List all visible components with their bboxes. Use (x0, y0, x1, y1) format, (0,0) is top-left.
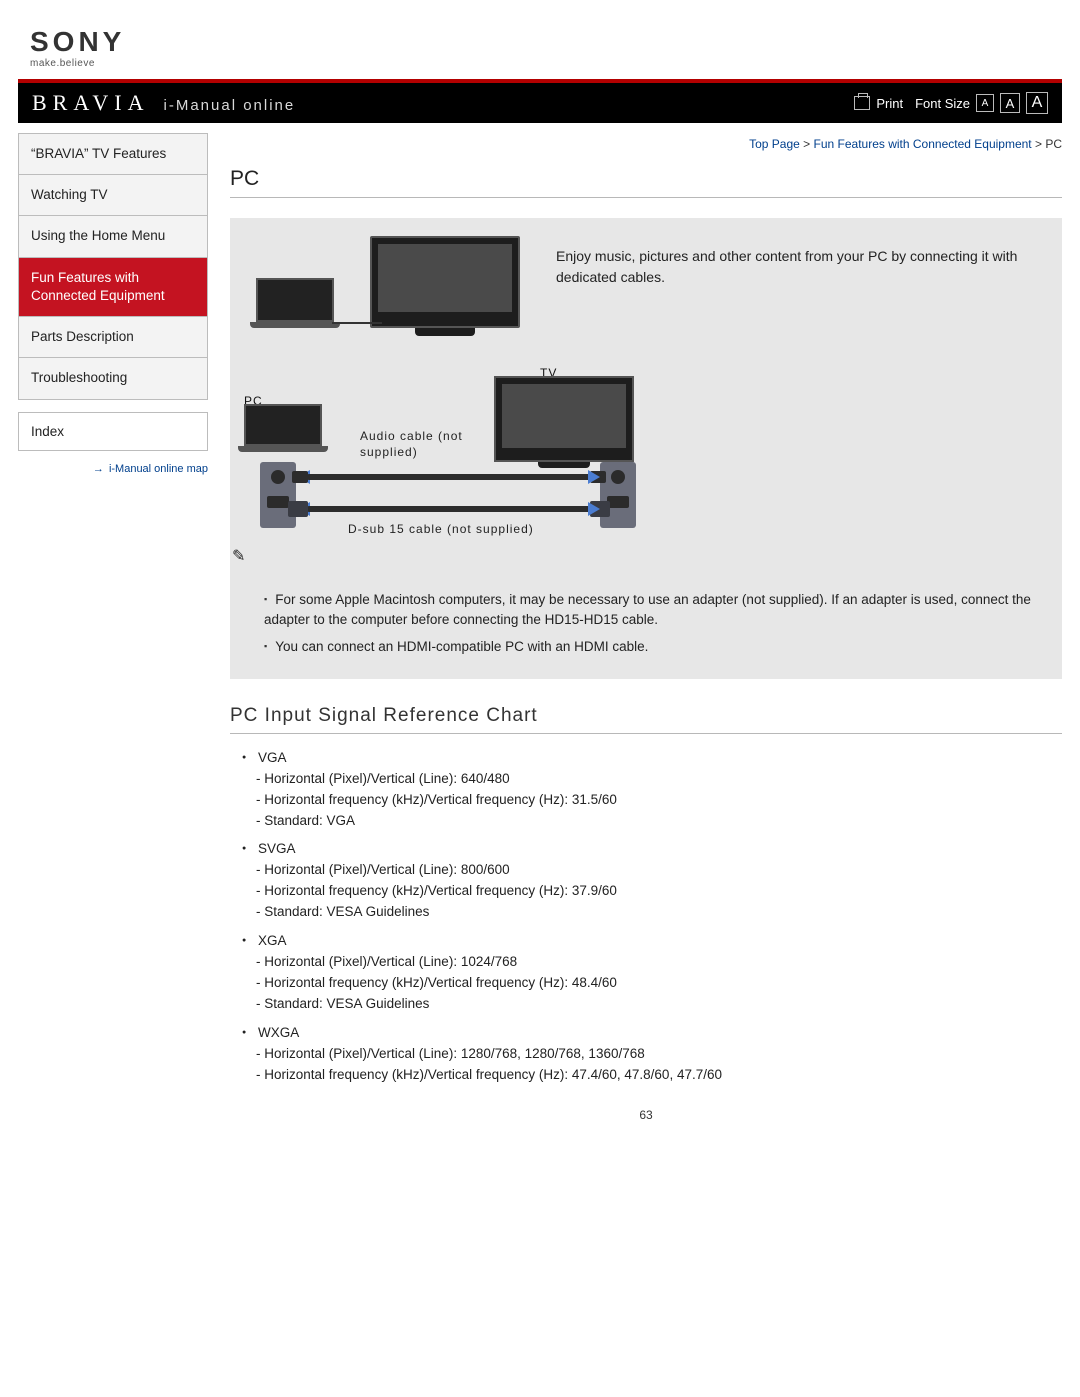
breadcrumb: Top Page > Fun Features with Connected E… (230, 137, 1062, 151)
tv-icon (370, 236, 520, 328)
font-size-small-button[interactable]: A (976, 94, 994, 112)
notes-list: For some Apple Macintosh computers, it m… (264, 590, 1042, 657)
arrow-right-icon: → (93, 463, 104, 475)
signal-detail: Standard: VGA (256, 811, 1062, 832)
signal-detail: Horizontal frequency (kHz)/Vertical freq… (256, 790, 1062, 811)
connection-diagram: TV PC Audio cable (not supplied) D-sub 1… (230, 364, 1062, 584)
breadcrumb-sep: > (803, 137, 813, 151)
breadcrumb-fun-features[interactable]: Fun Features with Connected Equipment (814, 137, 1032, 151)
signal-reference-list: VGA Horizontal (Pixel)/Vertical (Line): … (230, 748, 1062, 1086)
print-icon (854, 96, 870, 110)
signal-detail: Horizontal frequency (kHz)/Vertical freq… (256, 973, 1062, 994)
section-title-signal-chart: PC Input Signal Reference Chart (230, 705, 1062, 734)
diagram-label-audio-cable: Audio cable (not supplied) (360, 428, 490, 460)
main-content: Top Page > Fun Features with Connected E… (230, 133, 1062, 1122)
print-label: Print (876, 96, 903, 111)
dsub-cable-icon (306, 506, 592, 512)
signal-detail: Horizontal frequency (kHz)/Vertical freq… (256, 881, 1062, 902)
breadcrumb-top-page[interactable]: Top Page (749, 137, 800, 151)
signal-detail: Horizontal (Pixel)/Vertical (Line): 1024… (256, 952, 1062, 973)
signal-item: WXGA Horizontal (Pixel)/Vertical (Line):… (242, 1023, 1062, 1086)
font-size-large-button[interactable]: A (1026, 92, 1048, 114)
laptop-icon (256, 278, 334, 324)
signal-item: VGA Horizontal (Pixel)/Vertical (Line): … (242, 748, 1062, 832)
sony-logo: SONY (30, 28, 1050, 56)
sidebar: “BRAVIA” TV Features Watching TV Using t… (18, 133, 208, 1122)
sidebar-map-row: → i-Manual online map (18, 463, 208, 475)
breadcrumb-current: PC (1045, 137, 1062, 151)
sidebar-item-home-menu[interactable]: Using the Home Menu (19, 216, 207, 257)
sidebar-item-fun-features[interactable]: Fun Features with Connected Equipment (19, 258, 207, 317)
signal-item: XGA Horizontal (Pixel)/Vertical (Line): … (242, 931, 1062, 1015)
font-size-medium-button[interactable]: A (1000, 93, 1020, 113)
sidebar-item-parts-description[interactable]: Parts Description (19, 317, 207, 358)
arrow-right-icon (588, 470, 600, 484)
bravia-wordmark: BRAVIA (32, 90, 150, 116)
manual-online-title: i-Manual online (164, 97, 296, 114)
hero-illustration (250, 236, 530, 346)
laptop-icon (244, 404, 322, 452)
signal-detail: Horizontal (Pixel)/Vertical (Line): 1280… (256, 1044, 1062, 1065)
signal-detail: Horizontal (Pixel)/Vertical (Line): 800/… (256, 860, 1062, 881)
sidebar-item-troubleshooting[interactable]: Troubleshooting (19, 358, 207, 398)
hero-panel: Enjoy music, pictures and other content … (230, 218, 1062, 364)
sidebar-nav-list: “BRAVIA” TV Features Watching TV Using t… (18, 133, 208, 400)
signal-name: VGA (258, 750, 287, 765)
audio-cable-icon (306, 474, 592, 480)
sidebar-index-block: Index (18, 412, 208, 451)
signal-name: WXGA (258, 1025, 299, 1040)
note-item: You can connect an HDMI-compatible PC wi… (264, 637, 1042, 657)
note-icon: ✎ (232, 546, 246, 566)
signal-detail: Horizontal frequency (kHz)/Vertical freq… (256, 1065, 1062, 1086)
signal-detail: Standard: VESA Guidelines (256, 994, 1062, 1015)
signal-name: XGA (258, 933, 287, 948)
imanual-map-link[interactable]: i-Manual online map (109, 463, 208, 475)
signal-detail: Standard: VESA Guidelines (256, 902, 1062, 923)
print-button[interactable]: Print (854, 96, 903, 111)
sidebar-item-index[interactable]: Index (19, 413, 207, 450)
header-bar: BRAVIA i-Manual online Print Font Size A… (18, 83, 1062, 123)
sidebar-item-watching-tv[interactable]: Watching TV (19, 175, 207, 216)
sidebar-item-bravia-features[interactable]: “BRAVIA” TV Features (19, 134, 207, 175)
breadcrumb-sep: > (1035, 137, 1045, 151)
port-panel-left (260, 462, 296, 528)
sony-tagline: make.believe (30, 58, 1050, 69)
hero-description: Enjoy music, pictures and other content … (556, 236, 1042, 288)
signal-item: SVGA Horizontal (Pixel)/Vertical (Line):… (242, 839, 1062, 923)
signal-name: SVGA (258, 841, 296, 856)
brand-logo-block: SONY make.believe (18, 0, 1062, 79)
tv-icon (494, 376, 634, 462)
signal-detail: Horizontal (Pixel)/Vertical (Line): 640/… (256, 769, 1062, 790)
notes-panel: For some Apple Macintosh computers, it m… (230, 584, 1062, 679)
font-size-label: Font Size (915, 96, 970, 111)
note-item: For some Apple Macintosh computers, it m… (264, 590, 1042, 631)
page-number: 63 (230, 1108, 1062, 1122)
page-title: PC (230, 167, 1062, 198)
diagram-label-dsub-cable: D-sub 15 cable (not supplied) (348, 522, 534, 536)
font-size-group: Font Size A A A (915, 92, 1048, 114)
arrow-right-icon (588, 502, 600, 516)
